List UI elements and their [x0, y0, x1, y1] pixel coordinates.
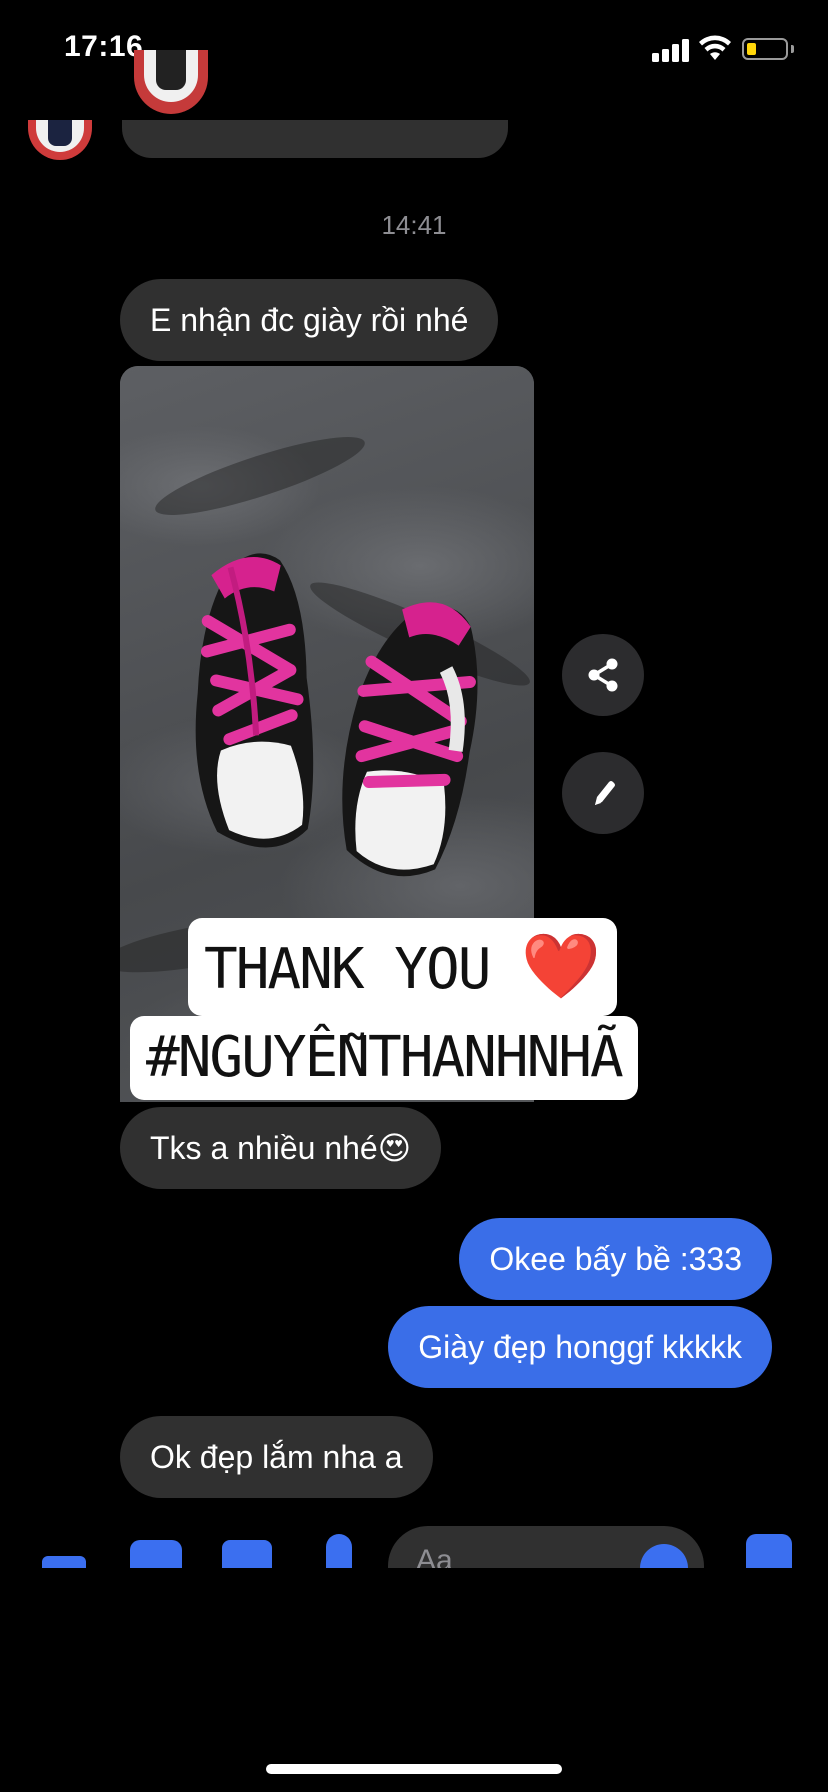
- cell-signal-icon: [652, 38, 692, 62]
- sticker-text-hashtag: #NGUYỄNTHANHNHÃ: [146, 1025, 624, 1090]
- previous-message-bubble[interactable]: [122, 120, 508, 158]
- message-text: E nhận đc giày rồi nhé: [150, 302, 469, 338]
- heart-icon: ❤️: [521, 930, 601, 1004]
- message-text: Ok đẹp lắm nha a: [150, 1439, 403, 1475]
- sticker-line-1: THANK YOU ❤️: [188, 918, 617, 1016]
- message-bubble-outgoing[interactable]: Giày đẹp honggf kkkkk: [388, 1306, 772, 1388]
- contact-avatar-partial[interactable]: [134, 50, 208, 114]
- message-text: Okee bấy bề :333: [489, 1241, 742, 1277]
- like-icon[interactable]: [746, 1534, 792, 1568]
- message-bubble-outgoing[interactable]: Okee bấy bề :333: [459, 1218, 772, 1300]
- message-input[interactable]: Aa: [388, 1526, 704, 1568]
- sneakers-image: [195, 553, 478, 877]
- message-text: Giày đẹp honggf kkkkk: [418, 1329, 742, 1365]
- sticker-text-thank-you: THANK YOU: [204, 937, 491, 1002]
- message-bubble-incoming[interactable]: Ok đẹp lắm nha a: [120, 1416, 433, 1498]
- share-button[interactable]: [562, 634, 644, 716]
- message-timestamp: 14:41: [381, 210, 447, 240]
- wifi-icon: [699, 35, 731, 60]
- message-bubble-incoming[interactable]: Tks a nhiều nhé😍: [120, 1107, 442, 1189]
- gallery-icon[interactable]: [222, 1540, 272, 1568]
- battery-tip: [791, 45, 794, 53]
- pencil-icon: [595, 781, 615, 805]
- status-time: 17:16: [64, 30, 144, 63]
- composer-bar: Aa: [0, 1520, 828, 1568]
- mic-icon[interactable]: [326, 1534, 352, 1568]
- edit-button[interactable]: [562, 752, 644, 834]
- message-text: Tks a nhiều nhé😍: [150, 1130, 412, 1166]
- message-bubble-incoming[interactable]: E nhận đc giày rồi nhé: [120, 279, 499, 361]
- contact-avatar[interactable]: [28, 120, 92, 160]
- camera-icon[interactable]: [130, 1540, 182, 1568]
- emoji-icon[interactable]: [640, 1544, 688, 1568]
- message-input-placeholder: Aa: [416, 1544, 453, 1568]
- share-icon: [588, 658, 618, 692]
- more-icon[interactable]: [42, 1556, 86, 1568]
- home-indicator: [266, 1764, 562, 1774]
- battery-icon: [742, 38, 788, 60]
- sticker-line-2: #NGUYỄNTHANHNHÃ: [130, 1016, 638, 1100]
